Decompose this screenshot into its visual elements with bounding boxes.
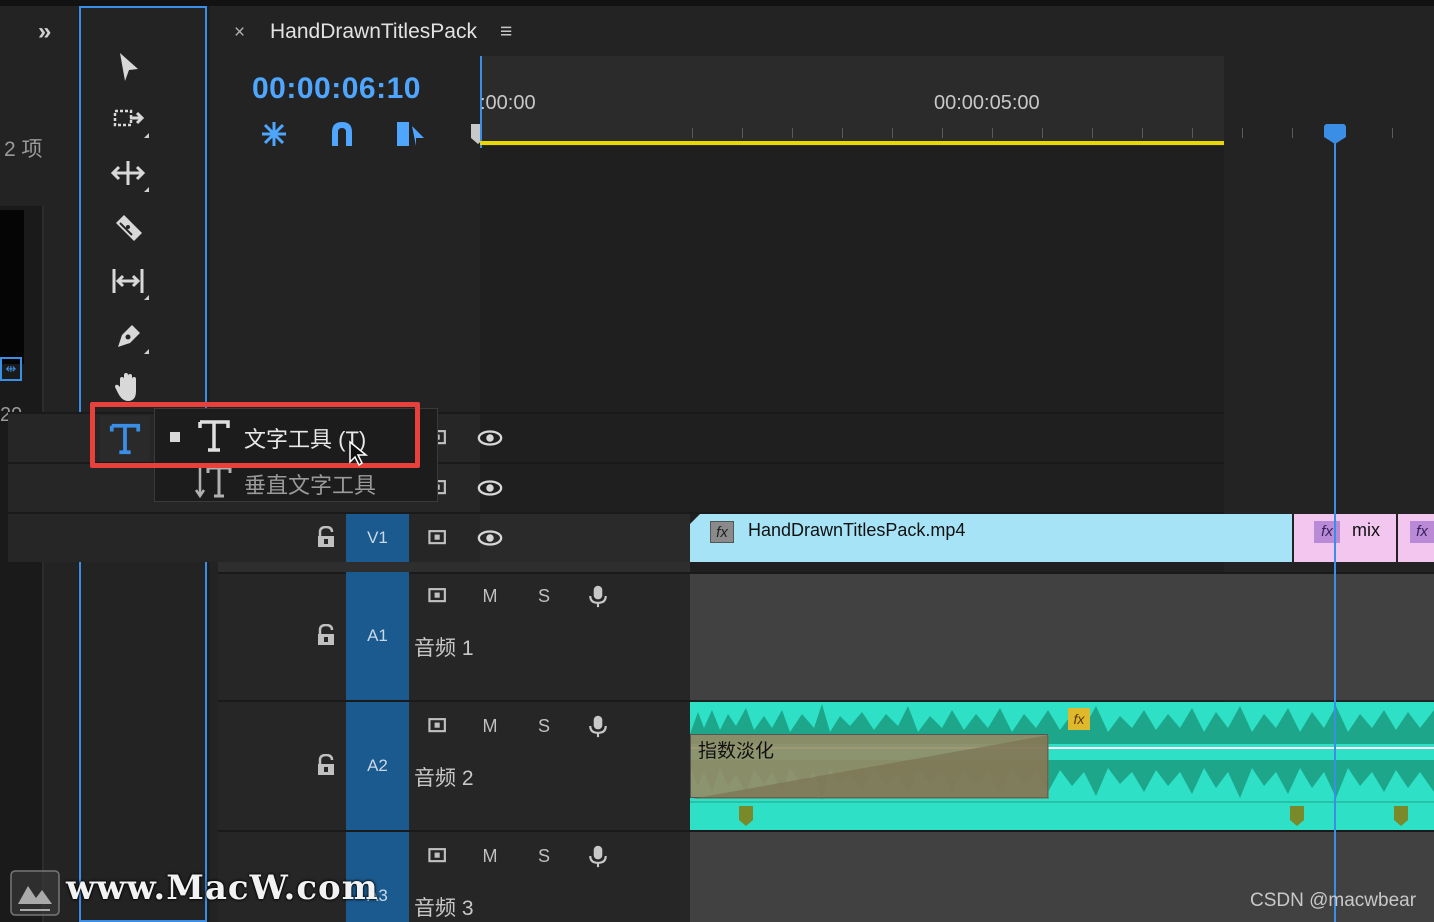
track-select-icon	[113, 109, 145, 127]
record-voiceover-mic-icon[interactable]	[584, 582, 612, 610]
linked-selection-icon	[397, 122, 424, 146]
toggle-track-output-eye-icon[interactable]	[476, 424, 504, 452]
ruler-tick	[992, 128, 993, 138]
toggle-track-output-eye-icon[interactable]	[476, 474, 504, 502]
track-name-a2: 音频 2	[414, 767, 474, 790]
playhead-line[interactable]	[1334, 134, 1336, 922]
project-thumbnail[interactable]	[0, 210, 24, 364]
track-content-v2[interactable]	[480, 462, 1224, 512]
clip-corner	[690, 514, 700, 524]
sync-lock-icon[interactable]	[424, 582, 452, 610]
track-label-v1[interactable]: V1	[346, 514, 409, 562]
playhead-timecode[interactable]: 00:00:06:10	[252, 72, 421, 106]
sync-lock-icon[interactable]	[424, 842, 452, 870]
video-audio-divider[interactable]	[218, 562, 690, 572]
ruler-tick	[1142, 128, 1143, 138]
ruler-tick	[892, 128, 893, 138]
ripple-edit-tool[interactable]	[107, 152, 149, 194]
magnet-icon	[332, 122, 352, 146]
highlight-box	[90, 402, 420, 468]
sync-lock-icon[interactable]	[424, 524, 452, 552]
nest-toggle-button[interactable]	[254, 114, 294, 154]
solo-track-button[interactable]: S	[530, 712, 558, 740]
premiere-window: » 2 项 ⇹ 29 × HandDrawn	[0, 0, 1434, 922]
track-header-v1[interactable]	[8, 512, 480, 562]
pen-icon	[118, 325, 140, 347]
video-clip-name: HandDrawnTitlesPack.mp4	[748, 520, 966, 540]
ripple-edit-icon	[110, 161, 146, 185]
mute-track-button[interactable]: M	[476, 712, 504, 740]
mute-track-button[interactable]: M	[476, 582, 504, 610]
hand-icon	[115, 373, 136, 401]
selection-arrow-icon	[120, 53, 138, 81]
track-select-tool[interactable]	[107, 98, 149, 140]
ruler-tick	[692, 128, 693, 138]
ruler-tick	[942, 128, 943, 138]
watermark-text: www.MacW.com	[66, 868, 379, 908]
razor-icon	[116, 215, 142, 241]
razor-tool[interactable]	[107, 206, 149, 248]
track-content-v3[interactable]	[480, 412, 1224, 462]
lock-icon[interactable]	[316, 753, 336, 776]
ruler-tick	[792, 128, 793, 138]
sync-lock-icon[interactable]	[424, 712, 452, 740]
sequence-tab-title[interactable]: HandDrawnTitlesPack	[270, 20, 477, 44]
linked-selection-button[interactable]	[390, 114, 430, 154]
work-area-bar[interactable]	[480, 141, 1224, 145]
watermark-logo-icon	[10, 870, 60, 916]
nest-sequence-icon	[262, 122, 286, 146]
vertical-type-tool-icon[interactable]	[194, 464, 234, 500]
ruler-tick	[1042, 128, 1043, 138]
ruler-tick	[1242, 128, 1243, 138]
snap-button[interactable]	[322, 114, 362, 154]
record-voiceover-mic-icon[interactable]	[584, 842, 612, 870]
solo-track-button[interactable]: S	[530, 582, 558, 610]
ruler-tick	[1292, 128, 1293, 138]
fx-badge[interactable]: fx	[1410, 521, 1434, 543]
track-content-a1[interactable]	[690, 572, 1434, 700]
ruler-tick	[1192, 128, 1193, 138]
ruler-tick	[842, 128, 843, 138]
watermark-credit: CSDN @macwbear	[1250, 890, 1417, 911]
ruler-tick	[1092, 128, 1093, 138]
solo-track-button[interactable]: S	[530, 842, 558, 870]
ruler-tick	[1392, 128, 1393, 138]
ruler-label-5s: 00:00:05:00	[934, 92, 1040, 114]
project-items-count: 2 项	[4, 138, 43, 161]
transition-label: 指数淡化	[698, 741, 775, 762]
slip-tool[interactable]	[107, 260, 149, 302]
close-tab-icon[interactable]: ×	[234, 22, 245, 44]
mouse-cursor-icon	[348, 440, 370, 467]
fx-badge[interactable]: fx	[1068, 708, 1090, 730]
time-ruler[interactable]	[480, 56, 1224, 146]
track-label-a2[interactable]: A2	[346, 702, 409, 830]
lock-icon[interactable]	[316, 623, 336, 646]
selection-tool[interactable]	[107, 46, 149, 88]
mix-clip[interactable]	[1294, 514, 1396, 562]
lock-icon[interactable]	[316, 525, 336, 548]
expand-panels-icon[interactable]: »	[38, 18, 66, 46]
track-name-a3: 音频 3	[414, 897, 474, 920]
panel-menu-icon[interactable]: ≡	[500, 20, 512, 44]
mix-clip-label: mix	[1352, 520, 1380, 540]
ruler-label-start: :00:00	[480, 92, 536, 114]
fx-badge[interactable]: fx	[710, 521, 734, 543]
sequence-icon[interactable]: ⇹	[0, 357, 22, 381]
vertical-type-tool-menu-item[interactable]: 垂直文字工具	[244, 468, 376, 500]
record-voiceover-mic-icon[interactable]	[584, 712, 612, 740]
mute-track-button[interactable]: M	[476, 842, 504, 870]
slip-icon	[112, 269, 144, 293]
track-name-a1: 音频 1	[414, 637, 474, 660]
toggle-track-output-eye-icon[interactable]	[476, 524, 504, 552]
ruler-tick	[742, 128, 743, 138]
track-label-a1[interactable]: A1	[346, 572, 409, 700]
fx-badge[interactable]: fx	[1314, 521, 1340, 543]
pen-tool[interactable]	[107, 314, 149, 356]
